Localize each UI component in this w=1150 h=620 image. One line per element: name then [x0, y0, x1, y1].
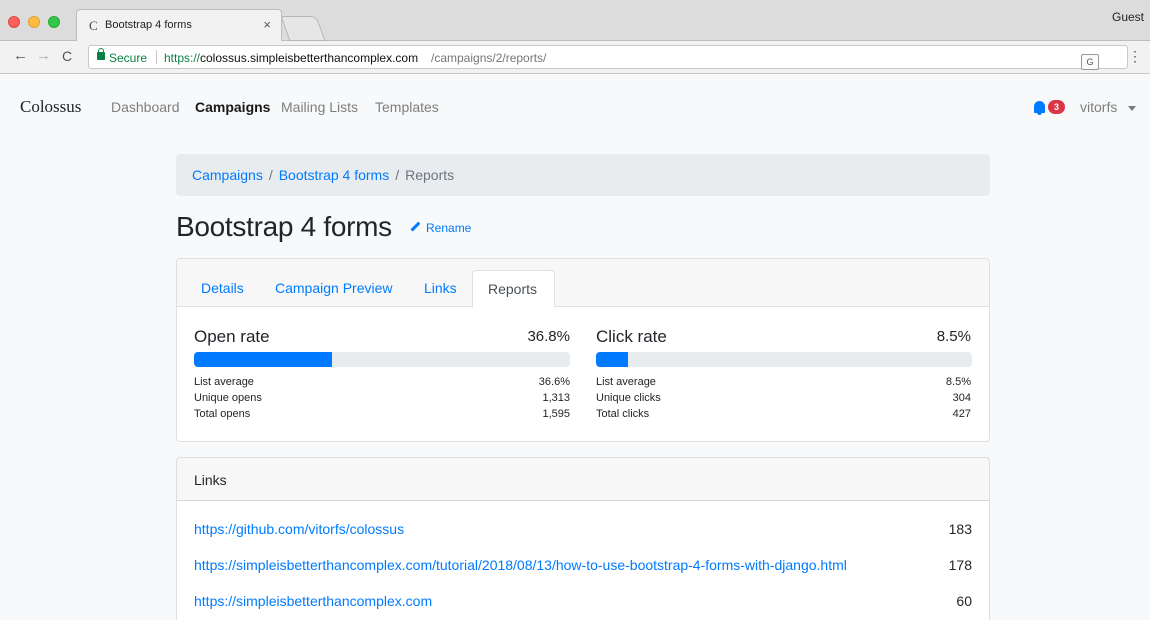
nav-dashboard[interactable]: Dashboard: [111, 99, 180, 115]
maximize-window-button[interactable]: [48, 16, 60, 28]
profile-label[interactable]: Guest: [1112, 10, 1144, 24]
open-rate-percent: 36.8%: [527, 328, 570, 345]
bell-icon[interactable]: [1034, 101, 1045, 115]
open-stat-label: List average: [194, 376, 254, 388]
click-rate-percent: 8.5%: [936, 328, 971, 345]
nav-templates[interactable]: Templates: [375, 99, 439, 115]
click-stat-value: 427: [952, 408, 971, 420]
click-rate-progress: [596, 352, 972, 367]
links-card: Links https://github.com/vitorfs/colossu…: [176, 457, 990, 620]
tab-reports[interactable]: Reports: [472, 270, 555, 308]
url-scheme: https://: [164, 51, 201, 65]
click-rate-progress-fill: [596, 352, 628, 367]
click-stat-label: Total clicks: [596, 408, 650, 420]
breadcrumb-current: Reports: [405, 167, 455, 183]
reload-icon[interactable]: C: [62, 48, 72, 64]
reports-card: Details Campaign Preview Links Reports O…: [176, 258, 990, 442]
page-title: Bootstrap 4 forms: [176, 211, 392, 242]
nav-campaigns[interactable]: Campaigns: [195, 99, 270, 115]
link-url[interactable]: https://simpleisbetterthancomplex.com/tu…: [194, 557, 847, 573]
breadcrumb-campaigns[interactable]: Campaigns: [192, 167, 263, 183]
browser-menu-icon[interactable]: ⋮: [1128, 48, 1142, 65]
pencil-icon: [410, 221, 421, 232]
click-stat-value: 304: [952, 392, 971, 404]
tab-campaign-preview[interactable]: Campaign Preview: [275, 280, 393, 296]
rename-label: Rename: [426, 221, 472, 235]
forward-arrow-icon[interactable]: →: [36, 47, 51, 64]
link-url[interactable]: https://github.com/vitorfs/colossus: [194, 521, 404, 537]
click-stat-label: List average: [596, 376, 656, 388]
open-stat-value: 1,313: [542, 392, 570, 404]
brand-logo[interactable]: Colossus: [20, 97, 81, 117]
breadcrumb-separator: /: [395, 167, 400, 183]
secure-label: Secure: [109, 51, 148, 65]
open-rate-progress-fill: [194, 352, 333, 367]
open-stat-value: 1,595: [542, 408, 570, 420]
minimize-window-button[interactable]: [28, 16, 40, 28]
tab-title: Bootstrap 4 forms: [105, 19, 192, 31]
tab-links[interactable]: Links: [424, 280, 457, 296]
rename-link[interactable]: Rename: [410, 221, 471, 235]
open-rate-progress: [194, 352, 570, 367]
breadcrumb-campaign[interactable]: Bootstrap 4 forms: [279, 167, 390, 183]
tab-details[interactable]: Details: [201, 280, 244, 296]
link-click-count: 60: [956, 593, 972, 609]
tabs-header: Details Campaign Preview Links Reports: [177, 259, 989, 308]
chevron-down-icon[interactable]: [1128, 106, 1136, 111]
url-host: colossus.simpleisbetterthancomplex.com: [200, 51, 419, 65]
link-click-count: 178: [948, 557, 972, 573]
browser-tab-bar: C Bootstrap 4 forms × Guest: [0, 0, 1150, 41]
open-rate-title: Open rate: [194, 327, 270, 346]
back-arrow-icon[interactable]: ←: [13, 47, 28, 64]
close-tab-icon[interactable]: ×: [263, 17, 271, 32]
user-menu[interactable]: vitorfs: [1080, 99, 1117, 115]
link-click-count: 183: [948, 521, 972, 537]
new-tab-button[interactable]: [280, 16, 326, 41]
click-stat-value: 8.5%: [945, 376, 971, 388]
app-navbar: Colossus Dashboard Campaigns Mailing Lis…: [0, 75, 1150, 140]
open-stat-label: Unique opens: [194, 392, 262, 404]
translate-icon[interactable]: G: [1081, 54, 1099, 70]
nav-mailing-lists[interactable]: Mailing Lists: [281, 99, 358, 115]
browser-tab[interactable]: C Bootstrap 4 forms ×: [76, 9, 282, 41]
lock-icon: [97, 48, 105, 60]
breadcrumb: Campaigns / Bootstrap 4 forms / Reports: [176, 154, 990, 196]
url-path: /campaigns/2/reports/: [431, 51, 547, 65]
open-stat-value: 36.6%: [538, 376, 570, 388]
favicon-icon: C: [89, 18, 98, 33]
click-stat-label: Unique clicks: [596, 392, 661, 404]
url-input[interactable]: Secure https:// colossus.simpleisbettert…: [88, 45, 1128, 70]
breadcrumb-separator: /: [268, 167, 273, 183]
open-stat-label: Total opens: [194, 408, 251, 420]
notification-badge[interactable]: 3: [1048, 100, 1065, 114]
close-window-button[interactable]: [8, 16, 20, 28]
address-bar: ← → C Secure https:// colossus.simpleisb…: [0, 41, 1150, 74]
link-url[interactable]: https://simpleisbetterthancomplex.com: [194, 593, 432, 609]
links-card-title: Links: [177, 458, 989, 501]
click-rate-title: Click rate: [596, 327, 667, 346]
omnibox-divider: [156, 50, 157, 64]
